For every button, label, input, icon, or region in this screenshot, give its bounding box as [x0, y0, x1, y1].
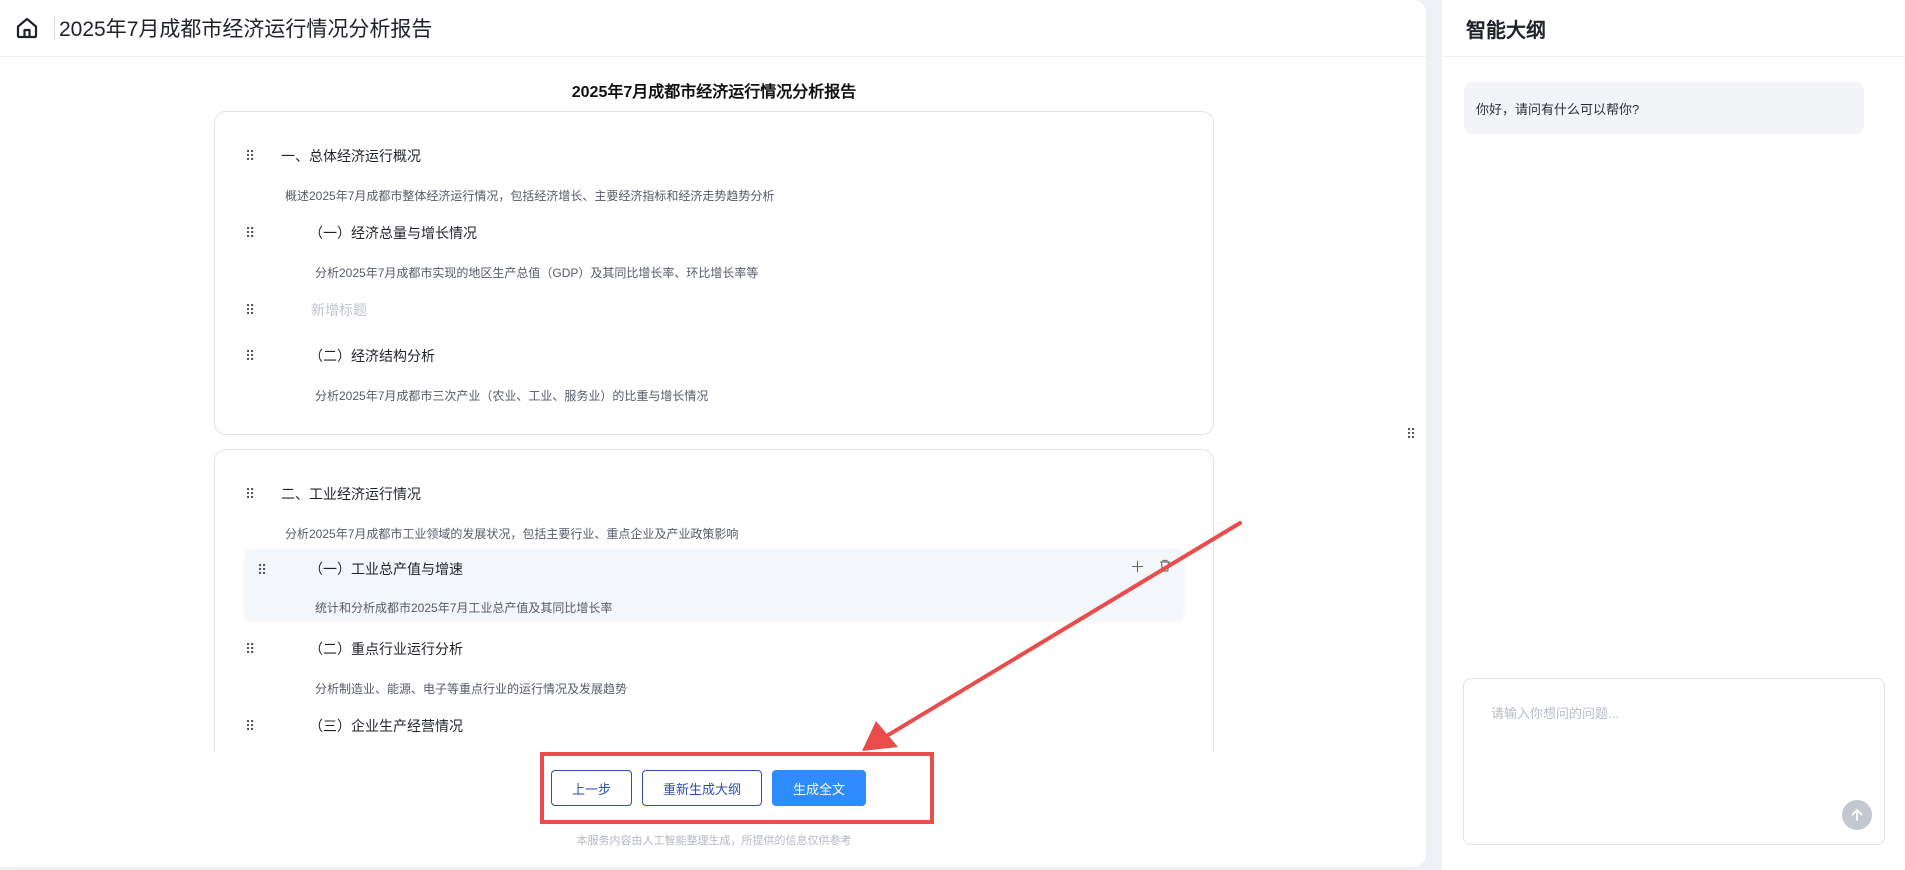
outline-section-card: ⠿ 一、总体经济运行概况 概述2025年7月成都市整体经济运行情况，包括经济增长… — [214, 111, 1214, 435]
panel-resize-handle[interactable]: ⠿ — [1406, 426, 1416, 443]
outline-item-row[interactable]: ⠿ （三）企业生产经营情况 — [245, 713, 1183, 739]
outline-item-row[interactable]: ⠿ （二）经济结构分析 — [245, 343, 1183, 369]
home-icon[interactable] — [14, 15, 40, 41]
regenerate-outline-button[interactable]: 重新生成大纲 — [642, 770, 763, 806]
outline-title: 2025年7月成都市经济运行情况分析报告 — [571, 84, 857, 101]
new-heading-placeholder[interactable]: 新增标题 — [311, 300, 367, 320]
item-heading[interactable]: （二）经济结构分析 — [309, 346, 435, 366]
assistant-title: 智能大纲 — [1466, 19, 1546, 42]
app-root: 2025年7月成都市经济运行情况分析报告 2025年7月成都市经济运行情况分析报… — [0, 0, 1905, 870]
add-icon[interactable]: ＋ — [1130, 560, 1145, 575]
item-heading[interactable]: （一）经济总量与增长情况 — [309, 223, 477, 243]
arrow-up-icon — [1851, 809, 1863, 821]
outline-section-heading-row[interactable]: ⠿ 二、工业经济运行情况 — [245, 481, 1183, 507]
assistant-greeting-bubble: 你好，请问有什么可以帮你? — [1464, 82, 1864, 134]
drag-handle-icon[interactable]: ⠿ — [245, 487, 255, 501]
drag-handle-icon[interactable]: ⠿ — [245, 642, 255, 656]
drag-handle-icon[interactable]: ⠿ — [257, 563, 267, 577]
row-actions: ＋ — [1130, 559, 1171, 575]
top-bar: 2025年7月成都市经济运行情况分析报告 — [0, 0, 1426, 57]
outline-item-row[interactable]: ⠿ （二）重点行业运行分析 — [245, 636, 1183, 662]
outline-item-row[interactable]: ⠿ （一）经济总量与增长情况 — [245, 220, 1183, 246]
section-desc-row: 概述2025年7月成都市整体经济运行情况，包括经济增长、主要经济指标和经济走势趋… — [245, 182, 1183, 208]
item-desc-row: 分析2025年7月成都市实现的地区生产总值（GDP）及其同比增长率、环比增长率等 — [245, 259, 1183, 285]
item-heading[interactable]: （三）企业生产经营情况 — [309, 716, 463, 736]
assistant-header: 智能大纲 — [1442, 0, 1905, 57]
assistant-panel: 智能大纲 你好，请问有什么可以帮你? — [1442, 0, 1905, 870]
outline-item-row[interactable]: ⠿ 新增标题 — [245, 297, 1183, 323]
page-title: 2025年7月成都市经济运行情况分析报告 — [59, 18, 433, 41]
item-description[interactable]: 分析2025年7月成都市实现的地区生产总值（GDP）及其同比增长率、环比增长率等 — [315, 264, 758, 281]
outline-item-row-hovered[interactable]: ⠿ （一）工业总产值与增速 统计和分析成都市2025年7月工业总产值及其同比增长… — [245, 549, 1183, 619]
chat-input[interactable] — [1464, 679, 1884, 799]
prev-step-button[interactable]: 上一步 — [551, 770, 633, 806]
section-heading[interactable]: 二、工业经济运行情况 — [281, 484, 421, 504]
drag-handle-icon[interactable]: ⠿ — [245, 349, 255, 363]
item-heading[interactable]: （一）工业总产值与增速 — [309, 559, 463, 579]
main-panel: 2025年7月成都市经济运行情况分析报告 2025年7月成都市经济运行情况分析报… — [0, 0, 1426, 867]
action-bar: 上一步 重新生成大纲 生成全文 — [551, 770, 867, 806]
chat-input-box — [1463, 678, 1885, 845]
section-desc-row: 分析2025年7月成都市工业领域的发展状况，包括主要行业、重点企业及产业政策影响 — [245, 520, 1183, 546]
generate-full-text-button[interactable]: 生成全文 — [772, 770, 867, 806]
item-desc-row: 分析2025年7月成都市三次产业（农业、工业、服务业）的比重与增长情况 — [245, 382, 1183, 408]
section-description[interactable]: 概述2025年7月成都市整体经济运行情况，包括经济增长、主要经济指标和经济走势趋… — [285, 187, 774, 204]
item-heading[interactable]: （二）重点行业运行分析 — [309, 639, 463, 659]
section-heading[interactable]: 一、总体经济运行概况 — [281, 146, 421, 166]
disclaimer-text: 本服务内容由人工智能整理生成，所提供的信息仅供参考 — [576, 835, 852, 847]
item-description[interactable]: 分析2025年7月成都市三次产业（农业、工业、服务业）的比重与增长情况 — [315, 387, 708, 404]
item-description[interactable]: 统计和分析成都市2025年7月工业总产值及其同比增长率 — [315, 599, 612, 616]
delete-icon[interactable] — [1159, 559, 1171, 575]
outline-scroll-area[interactable]: ⠿ 一、总体经济运行概况 概述2025年7月成都市整体经济运行情况，包括经济增长… — [0, 108, 1426, 752]
outline-section-card: ⠿ 二、工业经济运行情况 分析2025年7月成都市工业领域的发展状况，包括主要行… — [214, 449, 1214, 752]
drag-handle-icon[interactable]: ⠿ — [245, 226, 255, 240]
send-button[interactable] — [1842, 800, 1872, 830]
outline-section-heading-row[interactable]: ⠿ 一、总体经济运行概况 — [245, 143, 1183, 169]
item-desc-row: 分析制造业、能源、电子等重点行业的运行情况及发展趋势 — [245, 675, 1183, 701]
section-description[interactable]: 分析2025年7月成都市工业领域的发展状况，包括主要行业、重点企业及产业政策影响 — [285, 525, 738, 542]
drag-handle-icon[interactable]: ⠿ — [245, 149, 255, 163]
drag-handle-icon[interactable]: ⠿ — [245, 303, 255, 317]
divider — [54, 17, 55, 39]
drag-handle-icon[interactable]: ⠿ — [245, 719, 255, 733]
item-description[interactable]: 分析制造业、能源、电子等重点行业的运行情况及发展趋势 — [315, 680, 627, 697]
